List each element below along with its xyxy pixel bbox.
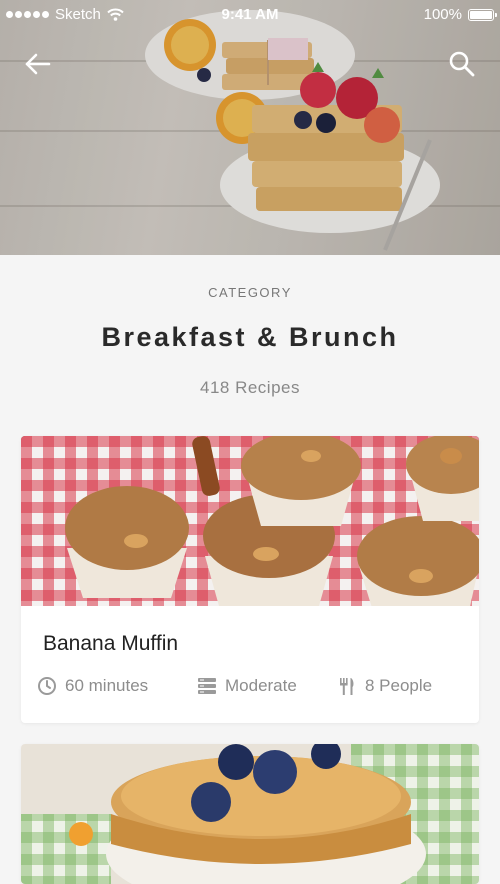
- recipe-image: [21, 744, 479, 884]
- recipe-image: [21, 436, 479, 606]
- category-label: CATEGORY: [208, 285, 292, 300]
- pancake-illustration: [21, 744, 479, 884]
- servings: 8 People: [337, 676, 432, 696]
- clock-icon: [38, 677, 56, 695]
- category-title: Breakfast & Brunch: [101, 322, 399, 352]
- fork-knife-icon: [340, 678, 354, 695]
- search-button[interactable]: [446, 48, 478, 80]
- muffin-illustration: [21, 436, 479, 606]
- recipe-count: 418 Recipes: [199, 378, 300, 397]
- battery-icon: [468, 8, 497, 21]
- recipe-card[interactable]: Banana Muffin 60 minutes Moderate 8 Peop…: [21, 436, 479, 723]
- arrow-left-icon: [25, 53, 51, 75]
- back-button[interactable]: [22, 48, 54, 80]
- recipe-meta: 60 minutes Moderate 8 People: [21, 676, 479, 700]
- status-bar: Sketch 9:41 AM 100%: [0, 0, 500, 30]
- recipe-title: Banana Muffin: [43, 632, 179, 655]
- difficulty: Moderate: [197, 676, 297, 696]
- cook-time: 60 minutes: [37, 676, 148, 696]
- cook-time-label: 60 minutes: [65, 676, 149, 695]
- recipe-card[interactable]: [21, 744, 479, 884]
- servings-label: 8 People: [365, 676, 433, 695]
- hero-image: Sketch 9:41 AM 100%: [0, 0, 500, 255]
- search-icon: [449, 51, 475, 77]
- difficulty-bars-icon: [198, 678, 216, 694]
- difficulty-label: Moderate: [225, 676, 297, 695]
- battery-percent: 100%: [423, 6, 462, 23]
